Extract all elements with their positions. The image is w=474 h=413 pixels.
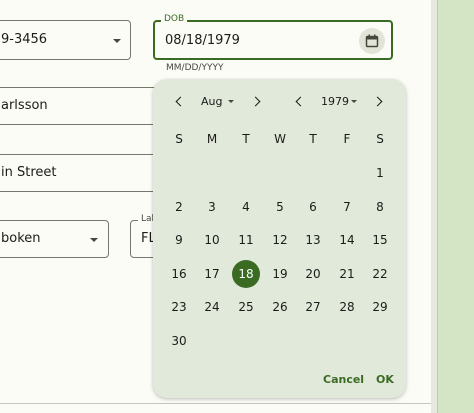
calendar-day[interactable]: 30 bbox=[165, 327, 193, 355]
calendar-day[interactable]: 4 bbox=[232, 193, 260, 221]
calendar-day-selected[interactable]: 18 bbox=[232, 260, 260, 288]
lastname-field[interactable]: arlsson bbox=[0, 87, 158, 125]
calendar-day[interactable]: 12 bbox=[266, 226, 294, 254]
calendar-button[interactable] bbox=[359, 28, 385, 54]
calendar-day[interactable]: 6 bbox=[299, 193, 327, 221]
dob-value: 08/18/1979 bbox=[165, 33, 240, 48]
calendar-day[interactable]: 26 bbox=[266, 293, 294, 321]
weekday-header: T bbox=[309, 132, 317, 146]
street-value: in Street bbox=[1, 165, 57, 180]
calendar-day[interactable]: 16 bbox=[165, 260, 193, 288]
chevron-down-icon bbox=[90, 238, 98, 242]
phone-value: 9-3456 bbox=[1, 32, 48, 47]
dob-field[interactable]: 08/18/1979 bbox=[153, 20, 393, 60]
city-field[interactable]: boken bbox=[0, 220, 109, 258]
year-dropdown-icon[interactable] bbox=[351, 100, 357, 103]
ok-button[interactable]: OK bbox=[376, 373, 394, 386]
calendar-day[interactable]: 17 bbox=[198, 260, 226, 288]
next-year-icon[interactable] bbox=[372, 96, 383, 107]
phone-field[interactable]: 9-3456 bbox=[0, 20, 131, 60]
calendar-day[interactable]: 20 bbox=[299, 260, 327, 288]
calendar-day[interactable]: 3 bbox=[198, 193, 226, 221]
calendar-day[interactable]: 13 bbox=[299, 226, 327, 254]
calendar-day[interactable]: 27 bbox=[299, 293, 327, 321]
calendar-day[interactable]: 5 bbox=[266, 193, 294, 221]
calendar-day[interactable]: 8 bbox=[366, 193, 394, 221]
calendar-day[interactable]: 19 bbox=[266, 260, 294, 288]
month-dropdown-icon[interactable] bbox=[228, 100, 234, 103]
street-field[interactable]: in Street bbox=[0, 154, 158, 192]
dob-label: DOB bbox=[161, 14, 188, 24]
weekday-header: T bbox=[242, 132, 250, 146]
calendar-day[interactable]: 2 bbox=[165, 193, 193, 221]
calendar-day[interactable]: 10 bbox=[198, 226, 226, 254]
month-selector[interactable]: Aug bbox=[201, 95, 222, 108]
divider bbox=[0, 403, 431, 404]
weekday-header: M bbox=[206, 132, 218, 146]
lastname-value: arlsson bbox=[1, 98, 48, 113]
calendar-day[interactable]: 9 bbox=[165, 226, 193, 254]
dob-hint: MM/DD/YYYY bbox=[166, 63, 224, 73]
prev-year-icon[interactable] bbox=[295, 96, 306, 107]
calendar-day[interactable]: 7 bbox=[333, 193, 361, 221]
weekday-header: S bbox=[175, 132, 183, 146]
chevron-down-icon bbox=[113, 39, 121, 43]
weekday-header: F bbox=[343, 132, 351, 146]
calendar-day[interactable]: 11 bbox=[232, 226, 260, 254]
calendar-day[interactable]: 15 bbox=[366, 226, 394, 254]
calendar-icon bbox=[365, 34, 379, 48]
calendar-day[interactable]: 23 bbox=[165, 293, 193, 321]
calendar-day[interactable]: 22 bbox=[366, 260, 394, 288]
next-month-icon[interactable] bbox=[250, 96, 261, 107]
calendar-day[interactable]: 25 bbox=[232, 293, 260, 321]
side-panel bbox=[437, 0, 474, 413]
calendar-day[interactable]: 1 bbox=[366, 159, 394, 187]
weekday-header: W bbox=[274, 132, 286, 146]
weekday-header: S bbox=[376, 132, 384, 146]
calendar-day[interactable]: 24 bbox=[198, 293, 226, 321]
calendar-day[interactable]: 21 bbox=[333, 260, 361, 288]
calendar-day[interactable]: 14 bbox=[333, 226, 361, 254]
cancel-button[interactable]: Cancel bbox=[323, 373, 364, 386]
prev-month-icon[interactable] bbox=[175, 96, 186, 107]
year-selector[interactable]: 1979 bbox=[321, 95, 349, 108]
calendar-day[interactable]: 29 bbox=[366, 293, 394, 321]
calendar-day[interactable]: 28 bbox=[333, 293, 361, 321]
date-picker: Aug 1979 S M T W T F S 1 2 3 4 5 6 7 8 9 10 11 12 13 14 15 16 1… bbox=[153, 79, 406, 398]
city-value: boken bbox=[1, 231, 41, 246]
